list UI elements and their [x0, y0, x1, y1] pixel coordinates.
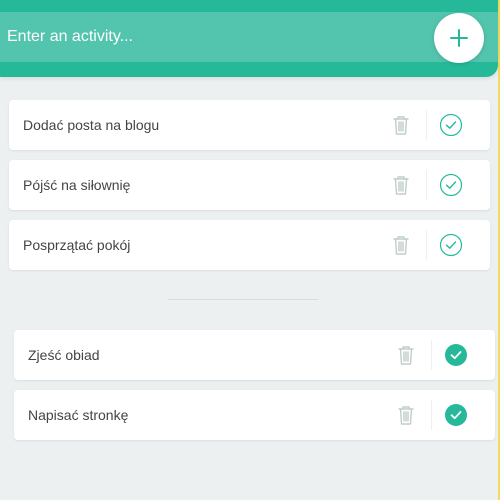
add-button[interactable]: [434, 13, 484, 63]
trash-icon: [393, 176, 409, 195]
uncomplete-button[interactable]: [443, 402, 469, 428]
check-circle-filled-icon: [445, 404, 467, 426]
completed-item: Zjeść obiad: [14, 330, 495, 380]
item-divider: [431, 340, 432, 370]
todo-item: Dodać posta na blogu: [9, 100, 490, 150]
item-divider: [426, 110, 427, 140]
todo-label: Dodać posta na blogu: [23, 117, 160, 133]
header-bar: [0, 0, 498, 77]
activity-input[interactable]: [0, 12, 498, 62]
item-divider: [431, 400, 432, 430]
delete-button[interactable]: [393, 402, 419, 428]
check-circle-icon: [439, 173, 463, 197]
completed-item: Napisać stronkę: [14, 390, 495, 440]
trash-icon: [393, 116, 409, 135]
todo-item: Pójść na siłownię: [9, 160, 490, 210]
todo-label: Posprzątać pokój: [23, 237, 131, 253]
trash-icon: [398, 406, 414, 425]
check-circle-icon: [439, 113, 463, 137]
delete-button[interactable]: [393, 342, 419, 368]
todo-label: Pójść na siłownię: [23, 177, 131, 193]
completed-label: Zjeść obiad: [28, 347, 100, 363]
complete-button[interactable]: [438, 232, 464, 258]
trash-icon: [393, 236, 409, 255]
todo-item: Posprzątać pokój: [9, 220, 490, 270]
delete-button[interactable]: [388, 172, 414, 198]
trash-icon: [398, 346, 414, 365]
section-divider: [168, 299, 318, 300]
check-circle-filled-icon: [445, 344, 467, 366]
plus-icon: [450, 29, 468, 47]
item-divider: [426, 170, 427, 200]
check-circle-icon: [439, 233, 463, 257]
delete-button[interactable]: [388, 112, 414, 138]
complete-button[interactable]: [438, 112, 464, 138]
item-divider: [426, 230, 427, 260]
complete-button[interactable]: [438, 172, 464, 198]
uncomplete-button[interactable]: [443, 342, 469, 368]
completed-label: Napisać stronkę: [28, 407, 129, 423]
delete-button[interactable]: [388, 232, 414, 258]
